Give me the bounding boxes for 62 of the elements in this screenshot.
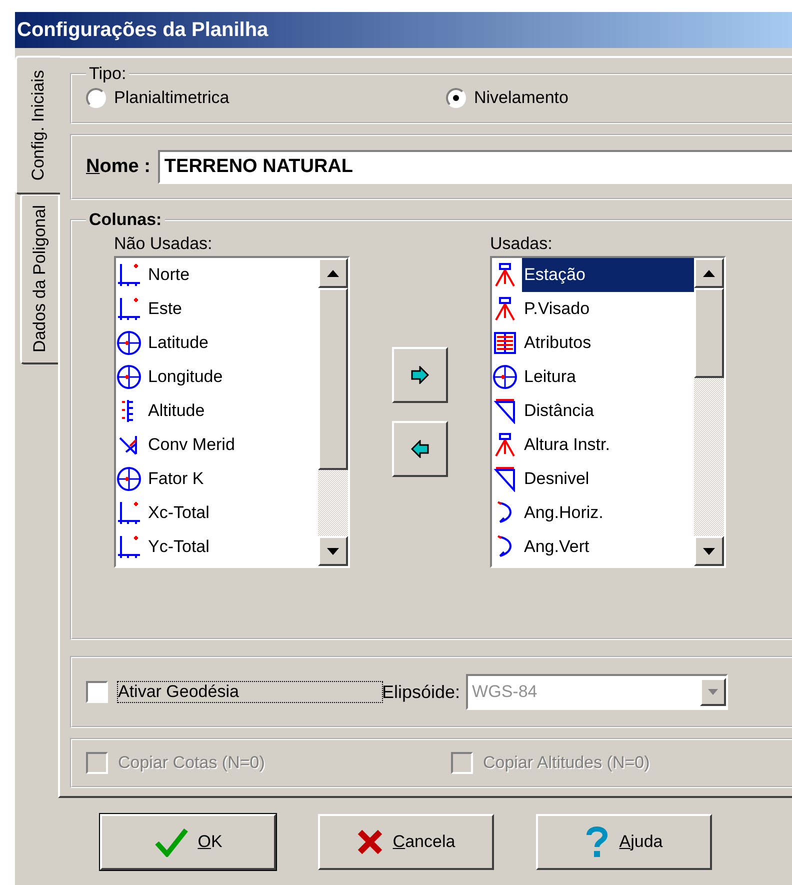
list-item[interactable]: P.Visado (522, 292, 694, 326)
circle-icon (116, 466, 142, 492)
list-item[interactable]: Ang.Horiz. (522, 496, 694, 530)
axes-icon (116, 534, 142, 560)
list-item[interactable]: Norte (146, 258, 318, 292)
list-item[interactable]: Yc-Total (146, 530, 318, 564)
list-item[interactable]: Altura Instr. (522, 428, 694, 462)
list-item[interactable]: Latitude (146, 326, 318, 360)
checkbox-label[interactable]: Ativar Geodésia (118, 682, 382, 702)
scrollbar[interactable] (694, 258, 724, 566)
scroll-down-icon (327, 548, 339, 554)
axes-icon (116, 296, 142, 322)
window-title: Configurações da Planilha (15, 12, 792, 48)
close-icon (356, 829, 383, 855)
column-listbox[interactable]: Estação P.Visado Atributos Leitura Distância Altura Instr. Desnivel Ang.Horiz. Ang.Vert (490, 256, 726, 568)
list-label: Não Usadas: (114, 234, 214, 254)
axes-icon (116, 500, 142, 526)
list-item[interactable]: Leitura (522, 360, 694, 394)
axes-icon (116, 262, 142, 288)
scroll-up-icon (703, 270, 715, 276)
name-label: Nome : (86, 156, 150, 178)
triangle-icon (492, 398, 518, 424)
move-left-button[interactable] (392, 421, 448, 477)
list-item[interactable]: Conv Merid (146, 428, 318, 462)
list-item[interactable]: Este (146, 292, 318, 326)
list-item[interactable]: Desnivel (522, 462, 694, 496)
dialog-button[interactable]: Ajuda (536, 814, 712, 870)
circle-icon (116, 330, 142, 356)
circle-icon (116, 364, 142, 390)
left-arrow-icon (411, 440, 429, 458)
ellipsoid-label: Elipsóide: (382, 682, 460, 702)
checkmark-icon (154, 827, 188, 857)
dialog-button[interactable]: OK (100, 814, 276, 870)
list-item[interactable]: Xc-Total (146, 496, 318, 530)
vertical-tab[interactable]: Dados da Poligonal (20, 192, 58, 364)
radio-option[interactable]: Nivelamento (446, 88, 568, 108)
group-legend: Tipo: (86, 64, 130, 84)
vertical-tab[interactable]: Config. Iniciais (15, 56, 60, 195)
table-icon (492, 330, 518, 356)
column-listbox[interactable]: Norte Este Latitude Longitude Altitude Conv Merid Fator K Xc-Total Yc-Total (114, 256, 350, 568)
scrollbar[interactable] (318, 258, 348, 566)
dialog-button[interactable]: Cancela (318, 814, 494, 870)
help-icon (585, 825, 610, 859)
circle-icon (492, 364, 518, 390)
dropdown-caret-icon (708, 689, 718, 695)
list-item[interactable]: Ang.Vert (522, 530, 694, 564)
list-label: Usadas: (490, 234, 554, 254)
checkbox[interactable] (86, 681, 108, 703)
list-item[interactable]: Atributos (522, 326, 694, 360)
list-item[interactable]: Fator K (146, 462, 318, 496)
list-item[interactable]: Longitude (146, 360, 318, 394)
list-item[interactable]: Altitude (146, 394, 318, 428)
radio-option[interactable]: Planialtimetrica (86, 88, 446, 108)
name-input-field[interactable]: TERRENO NATURAL (158, 150, 792, 184)
group-legend: Colunas: (86, 210, 165, 230)
triangle-icon (492, 466, 518, 492)
list-item[interactable]: Estação (522, 258, 694, 292)
list-item[interactable]: Distância (522, 394, 694, 428)
right-arrow-icon (411, 366, 429, 384)
move-right-button[interactable] (392, 347, 448, 403)
scroll-up-icon (327, 270, 339, 276)
scroll-down-icon (703, 548, 715, 554)
